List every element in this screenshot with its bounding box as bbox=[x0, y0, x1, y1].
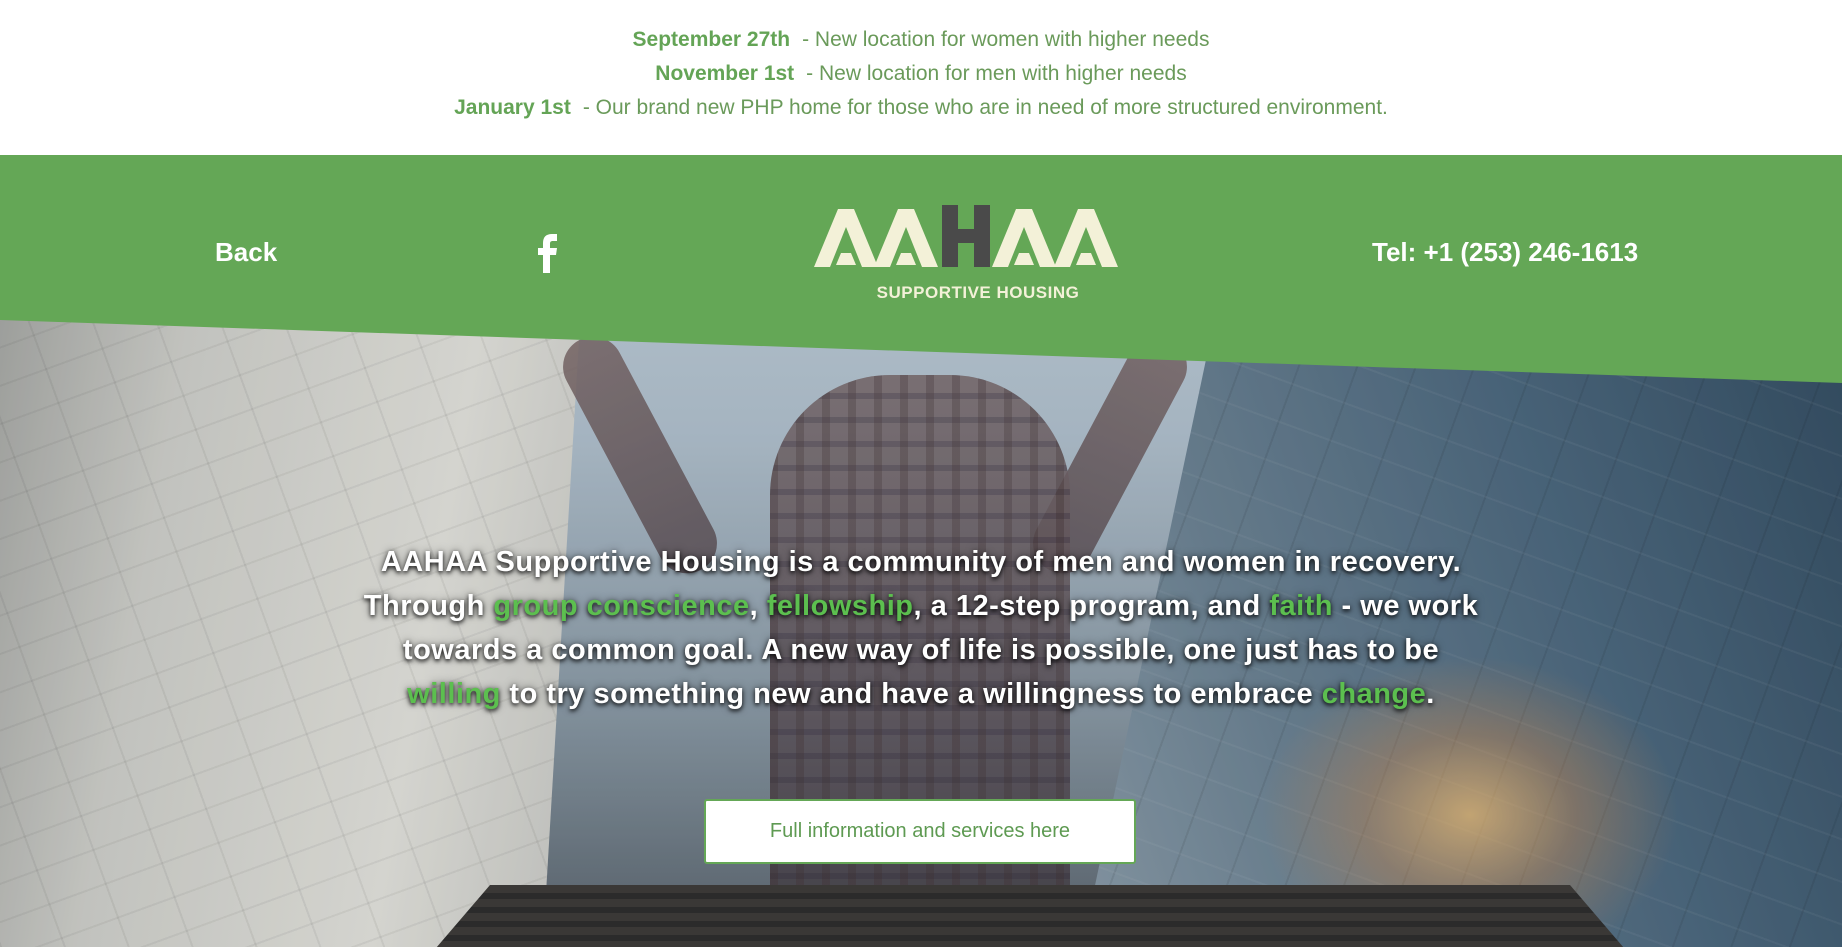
hero-highlight: fellowship bbox=[766, 590, 914, 622]
facebook-icon[interactable] bbox=[533, 233, 561, 273]
announcement-text: - New location for women with higher nee… bbox=[802, 28, 1210, 51]
hero-text-segment: to try something new and have a willingn… bbox=[500, 678, 1322, 710]
hero-text-segment: , bbox=[749, 590, 767, 622]
announcements-bar: September 27th - New location for women w… bbox=[0, 0, 1842, 155]
announcement-date: January 1st bbox=[454, 96, 571, 119]
announcement-text: - New location for men with higher needs bbox=[806, 62, 1187, 85]
announcement-item: November 1st - New location for men with … bbox=[0, 62, 1842, 86]
hero-highlight: group conscience bbox=[493, 590, 750, 622]
hero-highlight: willing bbox=[407, 678, 501, 710]
logo-subtitle: SUPPORTIVE HOUSING bbox=[876, 283, 1080, 302]
back-link[interactable]: Back bbox=[215, 237, 277, 268]
hero-highlight: faith bbox=[1269, 590, 1333, 622]
announcement-date: September 27th bbox=[632, 28, 791, 51]
announcement-date: November 1st bbox=[655, 62, 795, 85]
phone-number[interactable]: Tel: +1 (253) 246-1613 bbox=[1372, 237, 1638, 268]
announcement-text: - Our brand new PHP home for those who a… bbox=[582, 96, 1388, 119]
full-information-button[interactable]: Full information and services here bbox=[704, 799, 1136, 864]
hero-mission-text: AAHAA Supportive Housing is a community … bbox=[360, 540, 1482, 716]
announcement-item: September 27th - New location for women w… bbox=[0, 28, 1842, 52]
hero-text-segment: . bbox=[1426, 678, 1435, 710]
announcement-item: January 1st - Our brand new PHP home for … bbox=[0, 96, 1842, 120]
hero-highlight: change bbox=[1321, 678, 1427, 710]
hero-text-segment: , a 12-step program, and bbox=[913, 590, 1270, 622]
